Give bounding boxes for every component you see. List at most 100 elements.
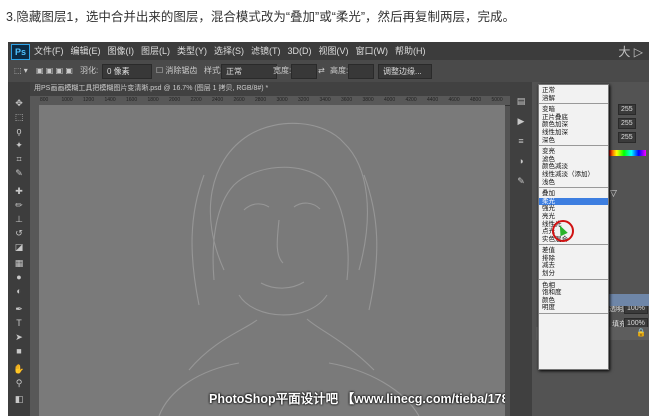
menu-item[interactable]: 帮助(H) [395, 42, 426, 60]
marquee-icon[interactable]: ⬚ ▾ [14, 64, 28, 77]
actions-panel-icon[interactable]: ▶ [515, 116, 527, 127]
ruler-tick-label: 5000 [491, 97, 503, 103]
menu-item[interactable]: 编辑(E) [71, 42, 101, 60]
ruler-tick-label: 2600 [233, 97, 245, 103]
history-brush-tool-icon[interactable]: ↺ [12, 228, 26, 239]
properties-panel-icon[interactable]: ≡ [515, 136, 527, 147]
ruler-tick-label: 4800 [470, 97, 482, 103]
blend-mode-option[interactable]: 变亮 [539, 148, 608, 156]
menu-item[interactable]: 选择(S) [214, 42, 244, 60]
blend-mode-option[interactable]: 正常 [539, 87, 608, 95]
blend-mode-option[interactable]: 划分 [539, 270, 608, 278]
ruler-tick-label: 2800 [255, 97, 267, 103]
menu-list: 文件(F) 编辑(E) 图像(I) 图层(L) 类型(Y) 选择(S) 滤镜(T) 3D(D)… [34, 42, 426, 60]
refine-edge-button[interactable]: 调整边缘... [378, 64, 432, 79]
ruler-tick-label: 1000 [61, 97, 73, 103]
path-selection-tool-icon[interactable]: ➤ [12, 332, 26, 343]
ruler-tick-label: 2400 [212, 97, 224, 103]
document-canvas[interactable]: PhotoShop平面设计吧 【www.linecg.com/tieba/178… [39, 105, 505, 416]
eraser-tool-icon[interactable]: ◪ [12, 242, 26, 253]
menu-item[interactable]: 图像(I) [108, 42, 135, 60]
dodge-tool-icon[interactable]: ◐ [12, 286, 26, 297]
color-swatches-icon[interactable]: ◧ [12, 394, 26, 405]
blend-mode-option[interactable]: 变暗 [539, 106, 608, 114]
color-value-g[interactable]: 255 [618, 118, 636, 129]
ruler-tick-label: 3000 [276, 97, 288, 103]
brush-tool-icon[interactable]: ✏ [12, 200, 26, 211]
ruler-tick-label: 3800 [362, 97, 374, 103]
blend-mode-option[interactable]: 亮光 [539, 213, 608, 221]
ruler-tick-label: 1600 [126, 97, 138, 103]
marquee-tool-icon[interactable]: ⬚ [12, 112, 26, 123]
blend-mode-option[interactable]: 饱和度 [539, 289, 608, 297]
blend-mode-option[interactable]: 颜色减淡 [539, 163, 608, 171]
height-label: 高度: [330, 66, 349, 75]
blend-mode-option[interactable]: 叠加 [539, 190, 608, 198]
pen-tool-icon[interactable]: ✒ [12, 304, 26, 315]
blend-mode-option[interactable]: 浅色 [539, 179, 608, 187]
magic-wand-tool-icon[interactable]: ✦ [12, 140, 26, 151]
blend-mode-option[interactable]: 线性加深 [539, 129, 608, 137]
blend-mode-option[interactable]: 明度 [539, 304, 608, 312]
blend-mode-option[interactable]: 差值 [539, 247, 608, 255]
style-select[interactable]: 正常 [221, 64, 277, 79]
history-panel-icon[interactable]: ▤ [515, 96, 527, 107]
blend-mode-group: 变亮 滤色 颜色减淡 线性减淡（添加） 浅色 [539, 147, 608, 189]
blend-mode-option[interactable]: 强光 [539, 205, 608, 213]
clone-stamp-tool-icon[interactable]: ⊥ [12, 214, 26, 225]
healing-brush-tool-icon[interactable]: ✚ [12, 186, 26, 197]
style-label: 样式: [204, 66, 223, 75]
feather-label: 羽化: [80, 66, 99, 75]
width-input[interactable] [291, 64, 317, 79]
menu-item[interactable]: 窗口(W) [356, 42, 389, 60]
blend-mode-group: 变暗 正片叠底 颜色加深 线性加深 深色 [539, 105, 608, 147]
photoshop-window: Ps 文件(F) 编辑(E) 图像(I) 图层(L) 类型(Y) 选择(S) 滤镜(T) 3D… [8, 42, 649, 416]
layer-row-selected[interactable] [608, 294, 649, 306]
blend-mode-option[interactable]: 减去 [539, 262, 608, 270]
collapsed-panel-dock: ▤ ▶ ≡ ◑ ✎ [510, 82, 532, 416]
ruler-tick-label: 3400 [319, 97, 331, 103]
lasso-tool-icon[interactable]: ϙ [12, 126, 26, 137]
blend-mode-option[interactable]: 深色 [539, 137, 608, 145]
blend-mode-option[interactable]: 线性减淡（添加） [539, 171, 608, 179]
blend-mode-option[interactable]: 实色混合 [539, 236, 608, 244]
menu-item[interactable]: 文件(F) [34, 42, 64, 60]
type-tool-icon[interactable]: T [12, 318, 26, 329]
triangle-icon[interactable]: ▽ [610, 188, 617, 199]
blur-tool-icon[interactable]: ● [12, 272, 26, 283]
eyedropper-tool-icon[interactable]: ✎ [12, 168, 26, 179]
ruler-tick-label: 800 [40, 97, 49, 103]
feather-input[interactable]: 0 像素 [102, 64, 152, 79]
adjustments-panel-icon[interactable]: ◑ [515, 156, 527, 167]
menu-item[interactable]: 3D(D) [288, 42, 312, 60]
blend-mode-option[interactable]: 溶解 [539, 95, 608, 103]
swap-icon[interactable]: ⇄ [318, 64, 325, 77]
blend-mode-group: 正常 溶解 [539, 86, 608, 105]
photoshop-logo: Ps [11, 44, 30, 60]
site-watermark: 大 ▷ [618, 45, 643, 59]
menu-item[interactable]: 滤镜(T) [251, 42, 281, 60]
hand-tool-icon[interactable]: ✋ [12, 364, 26, 375]
crop-tool-icon[interactable]: ⌗ [12, 154, 26, 165]
antialias-checkbox[interactable]: ☐ 消除锯齿 [156, 64, 197, 77]
brush-panel-icon[interactable]: ✎ [515, 176, 527, 187]
ruler-tick-label: 1400 [104, 97, 116, 103]
menu-item[interactable]: 类型(Y) [177, 42, 207, 60]
ruler-tick-label: 4000 [384, 97, 396, 103]
instruction-text: 3.隐藏图层1，选中合并出来的图层，混合模式改为“叠加”或“柔光”，然后再复制两… [6, 10, 516, 24]
menu-item[interactable]: 图层(L) [141, 42, 170, 60]
color-value-r[interactable]: 255 [618, 104, 636, 115]
lock-icon: 🔒 [636, 328, 646, 337]
menu-item[interactable]: 视图(V) [319, 42, 349, 60]
blend-mode-option[interactable]: 颜色加深 [539, 121, 608, 129]
color-value-b[interactable]: 255 [618, 132, 636, 143]
rectangle-tool-icon[interactable]: ■ [12, 346, 26, 357]
selection-mode-icons[interactable]: ▣ ▣ ▣ ▣ [36, 64, 73, 77]
tools-panel: ✥ ⬚ ϙ ✦ ⌗ ✎ ✚ ✏ ⊥ ↺ ◪ ▦ ● ◐ ✒ T ➤ ■ ✋ ⚲ … [8, 82, 30, 416]
zoom-tool-icon[interactable]: ⚲ [12, 378, 26, 389]
gradient-tool-icon[interactable]: ▦ [12, 258, 26, 269]
height-input[interactable] [348, 64, 374, 79]
blend-mode-group: 叠加 柔光 强光 亮光 线性光 点光 实色混合 [539, 189, 608, 246]
document-tab[interactable]: 用PS画画模糊工具把模糊图片变清晰.psd @ 16.7% (图层 1 拷贝, … [30, 82, 510, 96]
move-tool-icon[interactable]: ✥ [12, 98, 26, 109]
